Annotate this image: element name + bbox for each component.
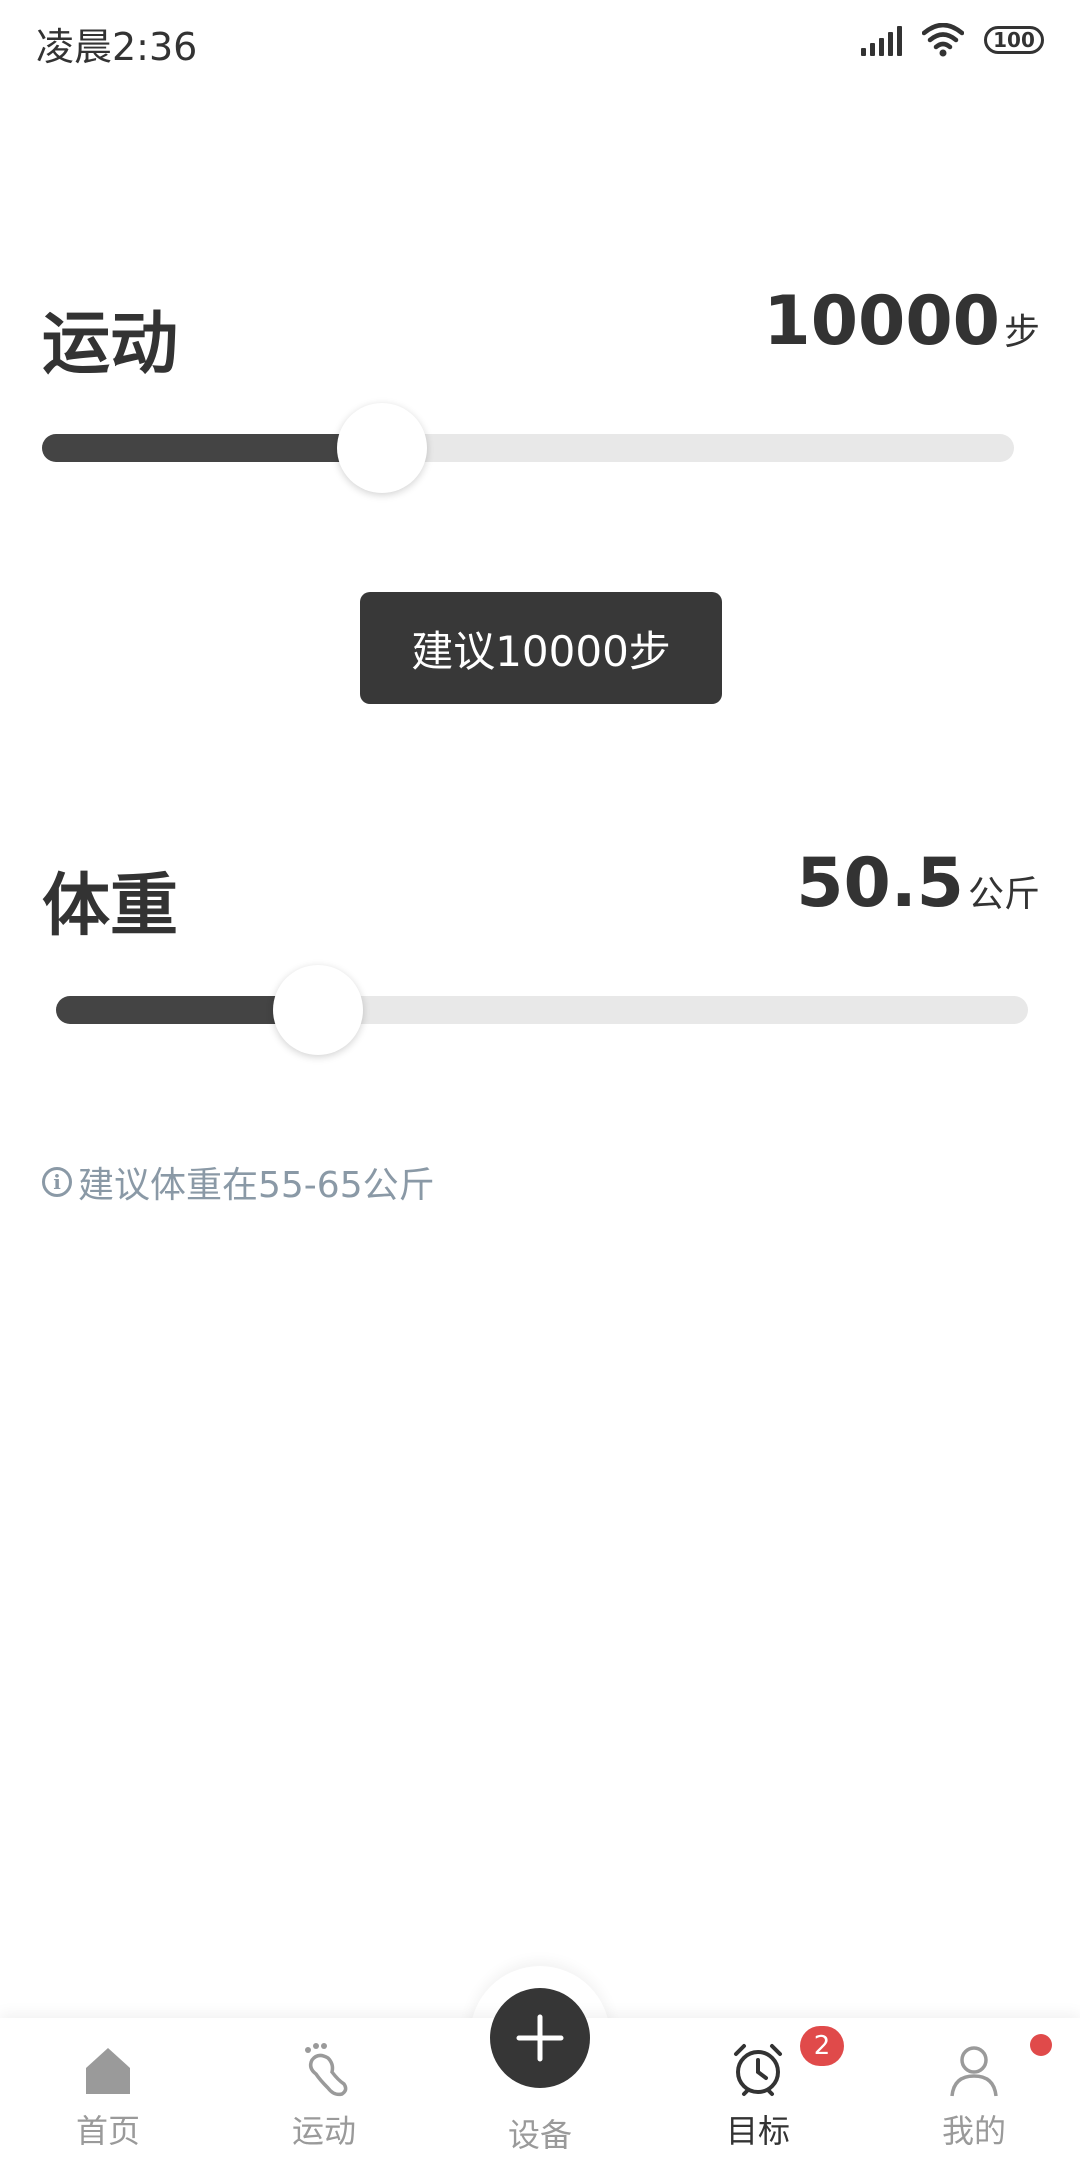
exercise-slider[interactable] — [42, 403, 1014, 493]
weight-value-unit: 公斤 — [967, 874, 1040, 915]
exercise-slider-thumb[interactable] — [337, 403, 428, 493]
exercise-value: 10000 步 — [763, 282, 1040, 361]
weight-value: 50.5 公斤 — [796, 844, 1040, 923]
status-bar: 凌晨2:36 100 — [0, 0, 1080, 80]
weight-hint-text: 建议体重在55-65公斤 — [78, 1165, 435, 1206]
exercise-value-number: 10000 — [763, 282, 1000, 361]
goal-badge: 2 — [800, 2026, 844, 2066]
alarm-clock-icon — [734, 2044, 782, 2096]
nav-item-exercise[interactable]: 运动 — [224, 2018, 424, 2160]
add-device-button[interactable] — [490, 1988, 590, 2088]
weight-slider[interactable] — [56, 965, 1028, 1055]
nav-label-exercise: 运动 — [291, 2112, 356, 2150]
notification-dot — [1030, 2034, 1052, 2056]
signal-icon — [861, 24, 902, 56]
wifi-icon — [922, 23, 964, 57]
nav-label-goal: 目标 — [725, 2112, 790, 2150]
weight-slider-thumb[interactable] — [273, 965, 364, 1055]
nav-label-device: 设备 — [507, 2116, 572, 2154]
weight-title: 体重 — [42, 867, 179, 946]
exercise-value-unit: 步 — [1003, 312, 1040, 353]
user-icon — [950, 2046, 998, 2097]
footprint-icon — [305, 2043, 348, 2097]
battery-icon: 100 — [984, 26, 1044, 54]
plus-icon — [516, 2014, 564, 2062]
exercise-title: 运动 — [42, 305, 179, 384]
status-time: 凌晨2:36 — [36, 25, 198, 69]
nav-label-me: 我的 — [941, 2112, 1006, 2150]
nav-item-home[interactable]: 首页 — [8, 2018, 208, 2160]
weight-value-number: 50.5 — [796, 844, 964, 923]
exercise-slider-fill — [42, 434, 383, 462]
weight-hint: i 建议体重在55-65公斤 — [42, 1156, 435, 1208]
info-icon: i — [42, 1167, 72, 1197]
nav-label-home: 首页 — [75, 2112, 140, 2150]
status-icons: 100 — [861, 20, 1044, 60]
home-icon — [86, 2048, 130, 2094]
exercise-suggestion-tooltip: 建议10000步 — [360, 592, 722, 704]
